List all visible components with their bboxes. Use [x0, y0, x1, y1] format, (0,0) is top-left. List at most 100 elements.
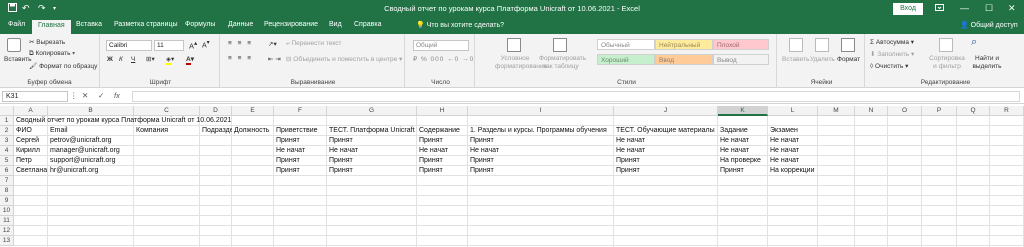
- tab-help[interactable]: Справка: [354, 21, 381, 28]
- style-good[interactable]: Хороший: [597, 54, 655, 65]
- cell-f6[interactable]: Принят: [274, 166, 327, 176]
- column-header-l[interactable]: L: [768, 106, 818, 116]
- indent-icons[interactable]: ⇤ ⇥: [268, 55, 281, 63]
- vertical-align-icons[interactable]: ≡ ≡ ≡: [228, 40, 253, 47]
- row-header-1[interactable]: 1: [0, 116, 14, 126]
- column-header-q[interactable]: Q: [957, 106, 990, 116]
- cell-k6[interactable]: Принят: [718, 166, 768, 176]
- cell-h4[interactable]: Не начат: [417, 146, 468, 156]
- close-icon[interactable]: ✕: [1008, 3, 1016, 14]
- fill-color-icon[interactable]: ◈▾: [166, 55, 174, 65]
- cell-g3[interactable]: Принят: [327, 136, 417, 146]
- column-header-d[interactable]: D: [200, 106, 232, 116]
- cell-h6[interactable]: Принят: [417, 166, 468, 176]
- cell-b2[interactable]: Email: [48, 126, 134, 136]
- column-header-c[interactable]: C: [134, 106, 200, 116]
- column-header-o[interactable]: O: [888, 106, 922, 116]
- autosum-button[interactable]: Σ Автосумма ▾: [870, 38, 914, 46]
- delete-cells-button[interactable]: Удалить: [810, 56, 835, 63]
- row-header-13[interactable]: 13: [0, 236, 14, 246]
- cell-j4[interactable]: Не начат: [614, 146, 718, 156]
- cell-h5[interactable]: Принят: [417, 156, 468, 166]
- tab-file[interactable]: Файл: [8, 21, 25, 28]
- share-button[interactable]: 👤 Общий доступ: [960, 21, 1018, 29]
- font-name-select[interactable]: Calibri: [106, 40, 152, 51]
- cell-l6[interactable]: На коррекции: [768, 166, 818, 176]
- cell-f5[interactable]: Принят: [274, 156, 327, 166]
- cell-g4[interactable]: Не начат: [327, 146, 417, 156]
- row-header-11[interactable]: 11: [0, 216, 14, 226]
- ribbon-display-options-icon[interactable]: [935, 3, 944, 14]
- cell-i4[interactable]: Не начат: [468, 146, 614, 156]
- font-size-select[interactable]: 11: [154, 40, 184, 51]
- cell-b4[interactable]: manager@unicraft.org: [48, 146, 134, 156]
- row-header-9[interactable]: 9: [0, 196, 14, 206]
- conditional-formatting-button[interactable]: Условное форматирование: [495, 55, 547, 71]
- cell-i5[interactable]: Принят: [468, 156, 614, 166]
- column-header-n[interactable]: N: [855, 106, 888, 116]
- cell-d2[interactable]: Подразделение: [200, 126, 232, 136]
- cell-j3[interactable]: Не начат: [614, 136, 718, 146]
- insert-cells-button[interactable]: Вставить: [782, 56, 810, 63]
- cell-a4[interactable]: Кирилл: [14, 146, 48, 156]
- cell-g6[interactable]: Принят: [327, 166, 417, 176]
- format-cells-button[interactable]: Формат: [837, 56, 860, 63]
- bold-button[interactable]: Ж: [107, 56, 113, 63]
- number-format-select[interactable]: Общий: [413, 40, 469, 51]
- style-neutral[interactable]: Нейтральный: [655, 39, 713, 50]
- cell-k2[interactable]: Задание: [718, 126, 768, 136]
- tab-home[interactable]: Главная: [32, 20, 71, 34]
- row-header-3[interactable]: 3: [0, 136, 14, 146]
- column-header-m[interactable]: M: [818, 106, 855, 116]
- clear-button[interactable]: ◊ Очистить ▾: [870, 62, 908, 70]
- style-output[interactable]: Вывод: [713, 54, 769, 65]
- cell-h3[interactable]: Принят: [417, 136, 468, 146]
- row-header-12[interactable]: 12: [0, 226, 14, 236]
- format-painter-button[interactable]: 🖌 Формат по образцу: [29, 62, 97, 70]
- number-format-icons[interactable]: ₽ % 000 ←0 →0: [413, 55, 474, 63]
- column-header-i[interactable]: I: [468, 106, 614, 116]
- maximize-icon[interactable]: ☐: [985, 3, 993, 14]
- cell-g2[interactable]: ТЕСТ. Платформа Unicraft: [327, 126, 417, 136]
- grow-font-button[interactable]: A▴: [189, 40, 197, 51]
- cell-j2[interactable]: ТЕСТ. Обучающие материалы: [614, 126, 718, 136]
- row-header-10[interactable]: 10: [0, 206, 14, 216]
- tab-formulas[interactable]: Формулы: [185, 21, 215, 28]
- signin-button[interactable]: Вход: [893, 3, 923, 15]
- borders-icon[interactable]: ⊞▾: [146, 55, 155, 63]
- paste-button[interactable]: Вставить: [4, 56, 32, 63]
- cell-h2[interactable]: Содержание: [417, 126, 468, 136]
- tab-data[interactable]: Данные: [228, 21, 253, 28]
- cell-b3[interactable]: petrov@unicraft.org: [48, 136, 134, 146]
- cell-f3[interactable]: Принят: [274, 136, 327, 146]
- column-header-p[interactable]: P: [922, 106, 957, 116]
- tab-view[interactable]: Вид: [329, 21, 342, 28]
- column-header-e[interactable]: E: [232, 106, 274, 116]
- cell-a1[interactable]: Сводный отчет по урокам курса Платформа …: [14, 116, 614, 126]
- horizontal-align-icons[interactable]: ≡ ≡ ≡: [228, 55, 253, 62]
- enter-icon[interactable]: ✓: [98, 91, 104, 100]
- column-header-g[interactable]: G: [327, 106, 417, 116]
- minimize-icon[interactable]: —: [960, 3, 969, 13]
- row-header-8[interactable]: 8: [0, 186, 14, 196]
- merge-center-button[interactable]: ⊟ Объединить и поместить в центре ▾: [286, 55, 402, 63]
- underline-button[interactable]: Ч: [131, 56, 135, 63]
- style-bad[interactable]: Плохой: [713, 39, 769, 50]
- column-header-r[interactable]: R: [990, 106, 1024, 116]
- cell-l2[interactable]: Экзамен: [768, 126, 818, 136]
- cell-j5[interactable]: Принят: [614, 156, 718, 166]
- font-color-icon[interactable]: A▾: [186, 55, 194, 65]
- row-header-5[interactable]: 5: [0, 156, 14, 166]
- column-header-k[interactable]: K: [718, 106, 768, 116]
- italic-button[interactable]: К: [119, 56, 123, 63]
- row-header-6[interactable]: 6: [0, 166, 14, 176]
- column-header-b[interactable]: B: [48, 106, 134, 116]
- column-header-f[interactable]: F: [274, 106, 327, 116]
- cell-j6[interactable]: Принят: [614, 166, 718, 176]
- formula-input[interactable]: [132, 91, 1020, 102]
- cell-l5[interactable]: Не начат: [768, 156, 818, 166]
- cell-a2[interactable]: ФИО: [14, 126, 48, 136]
- tab-page-layout[interactable]: Разметка страницы: [114, 21, 178, 28]
- cell-f2[interactable]: Приветствие: [274, 126, 327, 136]
- cell-b6[interactable]: hr@unicraft.org: [48, 166, 134, 176]
